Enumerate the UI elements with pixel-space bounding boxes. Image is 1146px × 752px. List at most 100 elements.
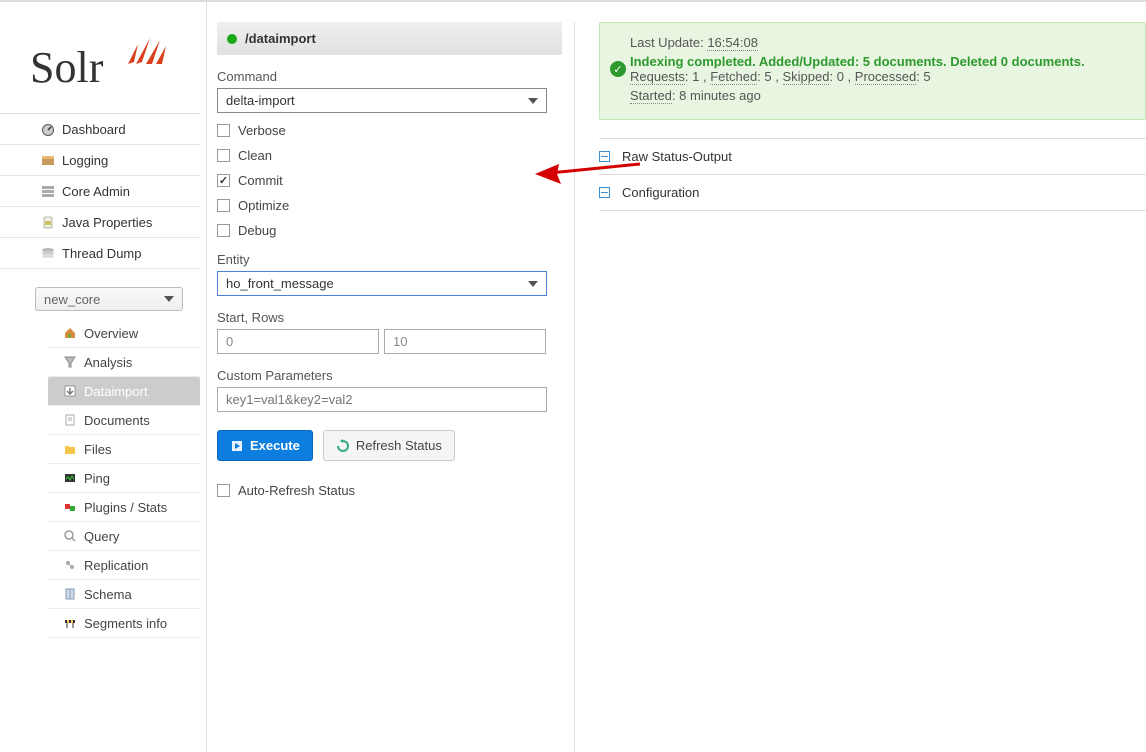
started-line: Started: 8 minutes ago [630,88,1129,103]
chevron-down-icon [164,296,174,302]
subnav-label: Segments info [84,616,167,631]
folder-icon [62,441,78,457]
refresh-label: Refresh Status [356,438,442,453]
server-icon [40,183,56,199]
drawer-icon [40,152,56,168]
nav-java-properties[interactable]: Java Properties [0,207,200,238]
nav-label: Core Admin [62,184,130,199]
nav-label: Logging [62,153,108,168]
rows-input[interactable] [384,329,546,354]
nav-label: Thread Dump [62,246,141,261]
subnav-label: Schema [84,587,132,602]
checkbox-icon [217,224,230,237]
checkbox-icon [217,149,230,162]
verbose-checkbox-row[interactable]: Verbose [217,123,562,138]
header-title: /dataimport [245,31,316,46]
refresh-icon [336,439,350,453]
book-icon [62,586,78,602]
barrier-icon [62,615,78,631]
subnav-label: Files [84,442,111,457]
optimize-checkbox-row[interactable]: Optimize [217,198,562,213]
checkbox-checked-icon [217,174,230,187]
checkbox-icon [217,484,230,497]
search-icon [62,528,78,544]
command-select[interactable]: delta-import [217,88,547,113]
refresh-button[interactable]: Refresh Status [323,430,455,461]
subnav-label: Replication [84,558,148,573]
entity-select[interactable]: ho_front_message [217,271,547,296]
custom-params-input[interactable] [217,387,547,412]
subnav-dataimport[interactable]: Dataimport [48,377,200,406]
subnav-label: Query [84,529,119,544]
nav-dashboard[interactable]: Dashboard [0,114,200,145]
nav-label: Java Properties [62,215,152,230]
checkbox-label: Verbose [238,123,286,138]
checkbox-label: Commit [238,173,283,188]
status-panel: ✓ Last Update: 16:54:08 Indexing complet… [599,22,1146,120]
status-dot-icon [227,34,237,44]
subnav-label: Dataimport [84,384,148,399]
last-update-line: Last Update: 16:54:08 [630,35,1129,50]
checkbox-label: Clean [238,148,272,163]
command-value: delta-import [226,93,295,108]
chevron-down-icon [528,281,538,287]
subnav-replication[interactable]: Replication [48,551,200,580]
start-input[interactable] [217,329,379,354]
auto-refresh-label: Auto-Refresh Status [238,483,355,498]
nav-logging[interactable]: Logging [0,145,200,176]
subnav-ping[interactable]: Ping [48,464,200,493]
check-circle-icon: ✓ [610,61,626,77]
subnav-segments[interactable]: Segments info [48,609,200,638]
chevron-down-icon [528,98,538,104]
replication-icon [62,557,78,573]
collapse-icon [599,187,610,198]
funnel-icon [62,354,78,370]
execute-label: Execute [250,438,300,453]
nav-core-admin[interactable]: Core Admin [0,176,200,207]
nav-thread-dump[interactable]: Thread Dump [0,238,200,269]
entity-value: ho_front_message [226,276,334,291]
subnav-documents[interactable]: Documents [48,406,200,435]
auto-refresh-checkbox-row[interactable]: Auto-Refresh Status [217,483,562,498]
jar-icon [40,214,56,230]
checkbox-label: Optimize [238,198,289,213]
debug-checkbox-row[interactable]: Debug [217,223,562,238]
execute-icon [230,439,244,453]
subnav-label: Analysis [84,355,132,370]
solr-rays-icon [128,38,166,64]
commit-checkbox-row[interactable]: Commit [217,173,562,188]
checkbox-label: Debug [238,223,276,238]
configuration-toggle[interactable]: Configuration [599,175,1146,211]
dataimport-header: /dataimport [217,22,562,55]
collapse-icon [599,151,610,162]
subnav-files[interactable]: Files [48,435,200,464]
subnav-overview[interactable]: Overview [48,319,200,348]
svg-text:Solr: Solr [30,43,104,92]
subnav-query[interactable]: Query [48,522,200,551]
section-label: Raw Status-Output [622,149,732,164]
ping-icon [62,470,78,486]
execute-button[interactable]: Execute [217,430,313,461]
logo: Solr [0,2,200,113]
core-selector[interactable]: new_core [35,287,183,311]
subnav-label: Overview [84,326,138,341]
subnav-schema[interactable]: Schema [48,580,200,609]
command-label: Command [217,69,562,84]
custom-params-label: Custom Parameters [217,368,562,383]
section-label: Configuration [622,185,699,200]
subnav-analysis[interactable]: Analysis [48,348,200,377]
nav-label: Dashboard [62,122,126,137]
core-value: new_core [44,292,100,307]
subnav-label: Ping [84,471,110,486]
clean-checkbox-row[interactable]: Clean [217,148,562,163]
checkbox-icon [217,199,230,212]
raw-status-toggle[interactable]: Raw Status-Output [599,138,1146,175]
gauge-icon [40,121,56,137]
entity-label: Entity [217,252,562,267]
document-icon [62,412,78,428]
subnav-label: Documents [84,413,150,428]
checkbox-icon [217,124,230,137]
subnav-plugins[interactable]: Plugins / Stats [48,493,200,522]
stack-icon [40,245,56,261]
startrows-label: Start, Rows [217,310,562,325]
